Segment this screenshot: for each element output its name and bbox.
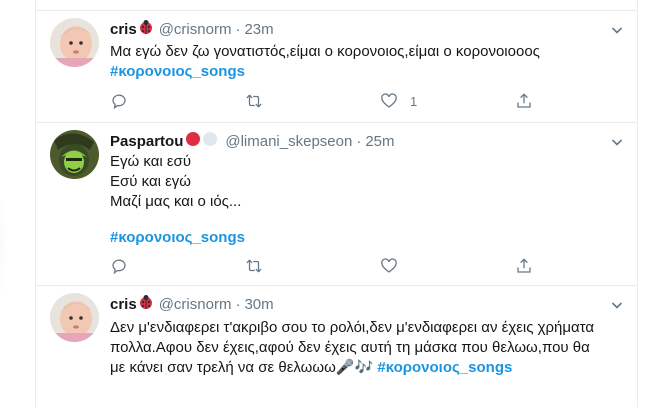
share-button[interactable] — [515, 257, 533, 275]
tweet-text: Εγώ και εσύ Εσύ και εγώ Μαζί μας και ο ι… — [110, 152, 620, 248]
tweet-card[interactable]: cris @crisnorm · 30m Δεν μ'ενδιαφερει τ'… — [36, 286, 637, 407]
tweet-line: Μαζί μας και ο ιός... — [110, 193, 242, 210]
music-emoji: 🎤🎶 — [335, 359, 374, 376]
timestamp[interactable]: 23m — [244, 21, 273, 38]
tweet-line: Εγώ και εσύ — [110, 153, 192, 170]
user-handle[interactable]: @crisnorm — [159, 21, 232, 38]
retweet-icon — [246, 259, 262, 273]
tweet-header: cris @crisnorm · 30m — [110, 294, 274, 314]
chevron-down-icon[interactable] — [611, 135, 623, 147]
reply-icon — [112, 259, 126, 275]
timestamp[interactable]: 25m — [365, 133, 394, 150]
tweet-line: πολλα.Αφου δεν έχεις,αφού δεν έχεις αυτή… — [110, 339, 590, 356]
share-icon — [517, 258, 531, 273]
tweet-line: Εσύ και εγώ — [110, 173, 192, 190]
tweet-line: Δεν μ'ενδιαφερει τ'ακριβο σου το ρολόι,δ… — [110, 319, 595, 336]
hashtag-link[interactable]: #κορονοιος_songs — [110, 62, 620, 82]
display-name[interactable]: Paspartou — [110, 133, 183, 150]
avatar[interactable] — [50, 18, 99, 67]
user-handle[interactable]: @crisnorm — [159, 296, 232, 313]
heart-icon — [381, 258, 397, 273]
tweet-card[interactable]: Paspartou @limani_skepseon · 25m Εγώ και… — [36, 123, 637, 286]
display-name[interactable]: cris — [110, 296, 137, 313]
heart-icon — [381, 93, 397, 108]
separator-dot: · — [235, 20, 241, 38]
reply-button[interactable] — [110, 92, 128, 110]
display-name[interactable]: cris — [110, 21, 137, 38]
timeline: cris @crisnorm · 23m Μα εγώ δεν ζω γονατ… — [35, 0, 638, 407]
tweet-header: cris @crisnorm · 23m — [110, 19, 274, 39]
tweet-card[interactable]: cris @crisnorm · 23m Μα εγώ δεν ζω γονατ… — [36, 10, 637, 123]
share-button[interactable] — [515, 92, 533, 110]
screen: cris @crisnorm · 23m Μα εγώ δεν ζω γονατ… — [0, 0, 648, 407]
tweet-header: Paspartou @limani_skepseon · 25m — [110, 131, 395, 151]
ladybug-emoji — [138, 19, 154, 39]
retweet-button[interactable] — [245, 257, 263, 275]
tweet-text: Μα εγώ δεν ζω γονατιστός,είμαι ο κορονοι… — [110, 42, 620, 82]
retweet-icon — [246, 94, 262, 108]
separator-dot: · — [356, 132, 362, 150]
chevron-down-icon[interactable] — [611, 23, 623, 35]
background-shadow — [0, 170, 8, 320]
timestamp[interactable]: 30m — [244, 296, 273, 313]
tweet-actions: 1 — [110, 91, 540, 111]
like-count: 1 — [410, 93, 418, 109]
hashtag-link[interactable]: #κορονοιος_songs — [377, 359, 512, 376]
chevron-down-icon[interactable] — [611, 298, 623, 310]
retweet-button[interactable] — [245, 92, 263, 110]
separator-dot: · — [235, 295, 241, 313]
reply-icon — [112, 94, 126, 110]
avatar[interactable] — [50, 293, 99, 342]
user-handle[interactable]: @limani_skepseon — [225, 133, 352, 150]
hashtag-link[interactable]: #κορονοιος_songs — [110, 228, 620, 248]
tweet-line: Μα εγώ δεν ζω γονατιστός,είμαι ο κορονοι… — [110, 43, 540, 60]
tweet-actions — [110, 256, 540, 276]
red-white-circles-emoji — [184, 131, 220, 151]
like-button[interactable]: 1 — [380, 92, 417, 110]
like-button[interactable] — [380, 257, 398, 275]
avatar[interactable] — [50, 130, 99, 179]
tweet-text: Δεν μ'ενδιαφερει τ'ακριβο σου το ρολόι,δ… — [110, 318, 630, 378]
tweet-line-text: με κάνει σαν τρελή να σε θελωωω — [110, 359, 336, 376]
tweet-line: με κάνει σαν τρελή να σε θελωωω🎤🎶 #κορον… — [110, 358, 630, 378]
share-icon — [517, 93, 531, 108]
ladybug-emoji — [138, 294, 154, 314]
reply-button[interactable] — [110, 257, 128, 275]
